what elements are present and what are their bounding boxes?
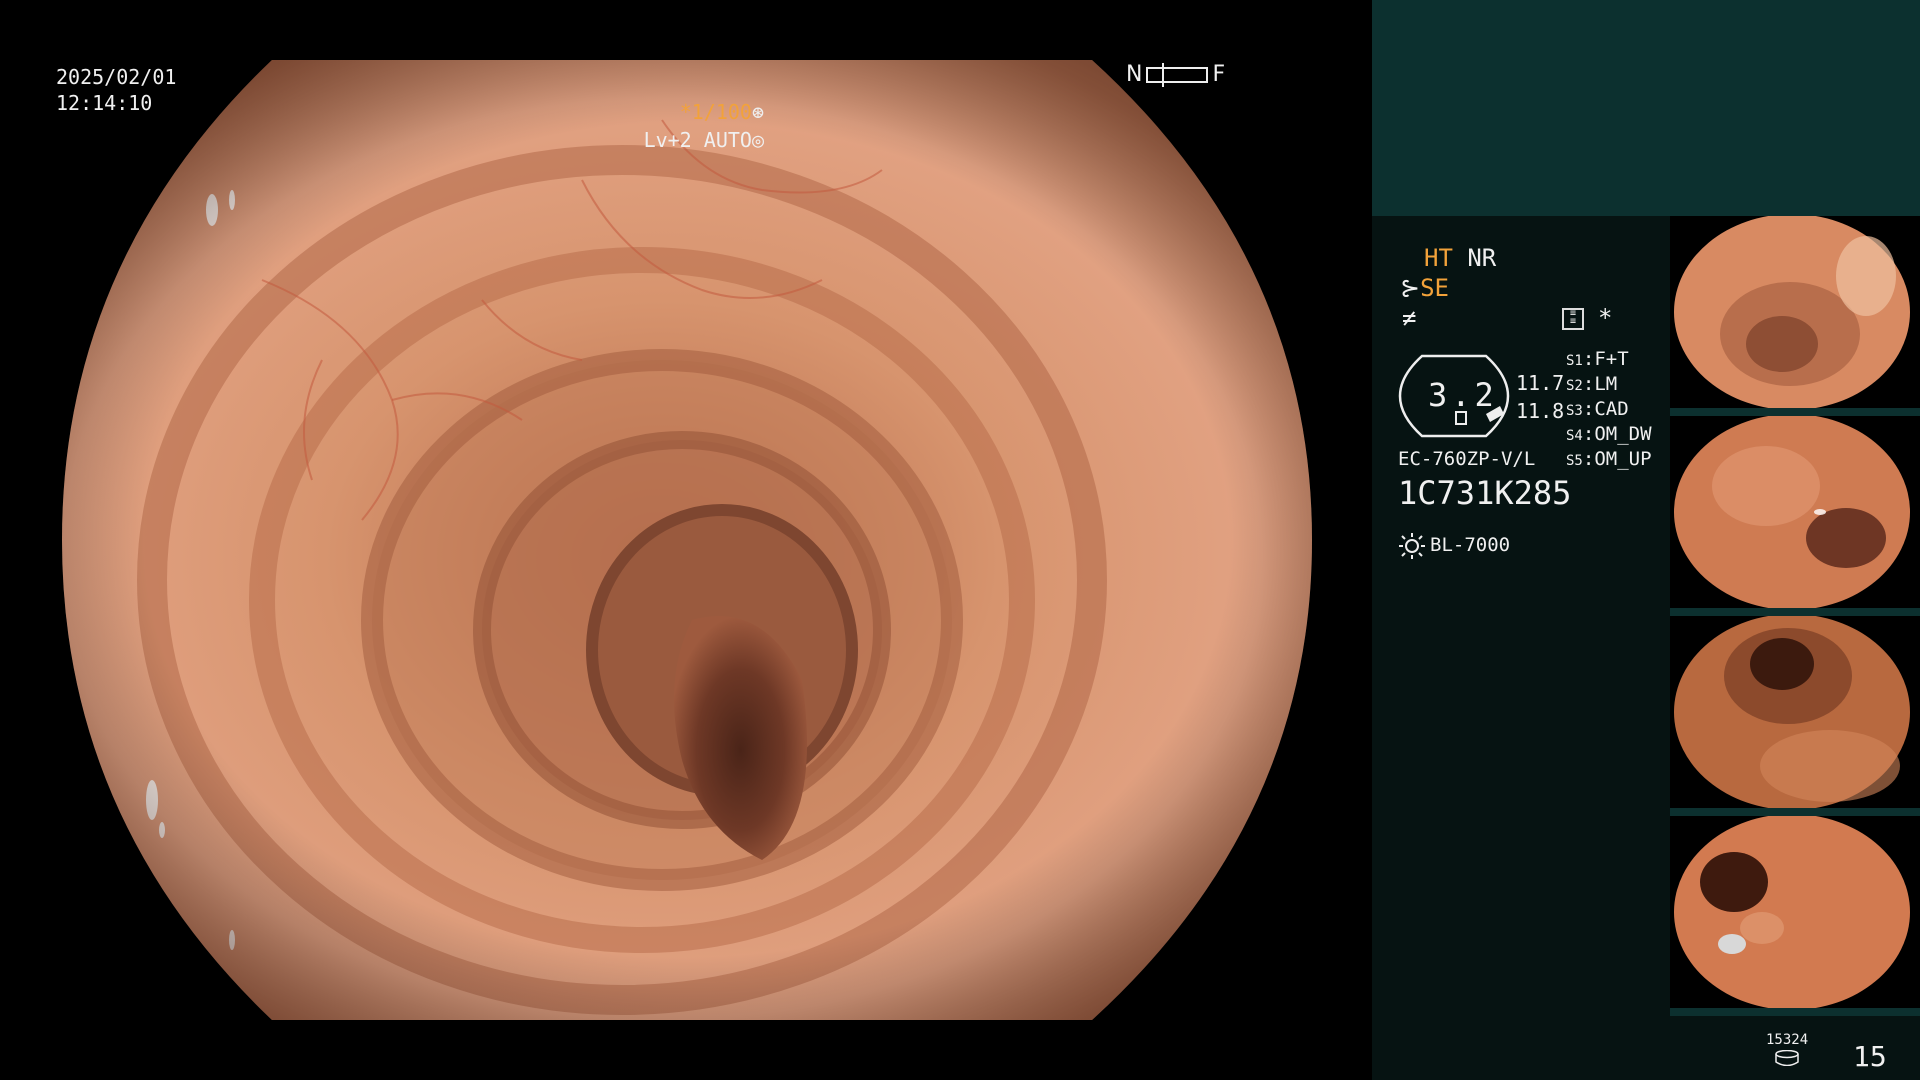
- structure-enhance-icon: ⊱: [1400, 274, 1421, 302]
- setting-row: S3:CAD: [1566, 398, 1629, 420]
- thumbnail-image: [1670, 416, 1920, 616]
- near-label: N: [1126, 62, 1143, 87]
- thumbnail-1[interactable]: [1670, 216, 1920, 416]
- thumbnail-image: [1670, 816, 1920, 1016]
- time-text: 12:14:10: [56, 91, 153, 115]
- nr-label: NR: [1467, 244, 1497, 272]
- switch-settings-list: S1:F+T S2:LM S3:CAD S4:OM_DW S5:OM_UP: [1566, 348, 1652, 473]
- colon-lumen-image: [62, 60, 1312, 1020]
- date-text: 2025/02/01: [56, 65, 177, 89]
- panel-header-area: [1372, 0, 1920, 216]
- image-counter: 15: [1853, 1040, 1887, 1073]
- thumbnail-strip: [1670, 808, 1920, 816]
- iris-icon: ◎: [751, 128, 764, 152]
- light-source-model: BL-7000: [1430, 534, 1511, 556]
- scope-settings-area: HT NR ⊱SE ≠ ≡ ≡ * 3.2 11.7 11.8 S1:F+T S2…: [1372, 216, 1670, 1080]
- thumbnail-4[interactable]: [1670, 816, 1920, 1016]
- near-far-bar: [1146, 63, 1209, 87]
- mode-text: AUTO: [703, 128, 752, 152]
- se-status: ⊱SE: [1400, 274, 1449, 302]
- shutter-readout: *1/100⊛: [680, 99, 764, 125]
- endoscope-view: 2025/02/01 12:14:10 N F *1/100⊛ Lv+2 AUT…: [0, 0, 1372, 1080]
- thumbnail-2[interactable]: [1670, 416, 1920, 616]
- thumbnail-strip: [1670, 608, 1920, 616]
- shutter-text: *1/100: [679, 100, 752, 124]
- storage-icon: [1775, 1050, 1799, 1066]
- se-label: SE: [1420, 274, 1450, 302]
- memo-icon: ≡ ≡: [1562, 308, 1584, 330]
- level-text: Lv+2: [643, 128, 692, 152]
- value-b: 11.8: [1516, 399, 1565, 423]
- scope-serial: 1C731K285: [1398, 474, 1572, 512]
- thumbnail-strip: [1670, 408, 1920, 416]
- thumbnail-image: [1670, 216, 1920, 416]
- ht-label: HT: [1424, 244, 1453, 272]
- filter-icon: ≠: [1402, 304, 1417, 332]
- setting-row: S2:LM: [1566, 373, 1618, 395]
- setting-row: S4:OM_DW: [1566, 423, 1652, 445]
- iris-readout: Lv+2 AUTO◎: [644, 127, 764, 153]
- near-far-indicator: N F: [1126, 62, 1225, 88]
- far-label: F: [1212, 62, 1226, 87]
- info-panel: HT NR ⊱SE ≠ ≡ ≡ * 3.2 11.7 11.8 S1:F+T S2…: [1372, 0, 1920, 1080]
- value-a: 11.7: [1516, 371, 1565, 395]
- ht-nr-status: HT NR: [1424, 244, 1496, 272]
- shutter-icon: ⊛: [751, 100, 764, 124]
- star-marker: *: [1598, 304, 1613, 332]
- image-counter-total: 15324: [1766, 1032, 1809, 1048]
- light-source-icon: [1399, 533, 1425, 559]
- zoom-value: 3.2: [1428, 376, 1498, 414]
- datetime-readout: 2025/02/01 12:14:10: [56, 64, 176, 116]
- thumbnail-image: [1670, 616, 1920, 816]
- setting-row: S5:OM_UP: [1566, 448, 1652, 470]
- capture-thumbnails: [1670, 216, 1920, 1016]
- setting-row: S1:F+T: [1566, 348, 1629, 370]
- scope-model: EC-760ZP-V/L: [1398, 448, 1536, 470]
- thumbnail-strip: [1670, 1008, 1920, 1016]
- thumbnail-3[interactable]: [1670, 616, 1920, 816]
